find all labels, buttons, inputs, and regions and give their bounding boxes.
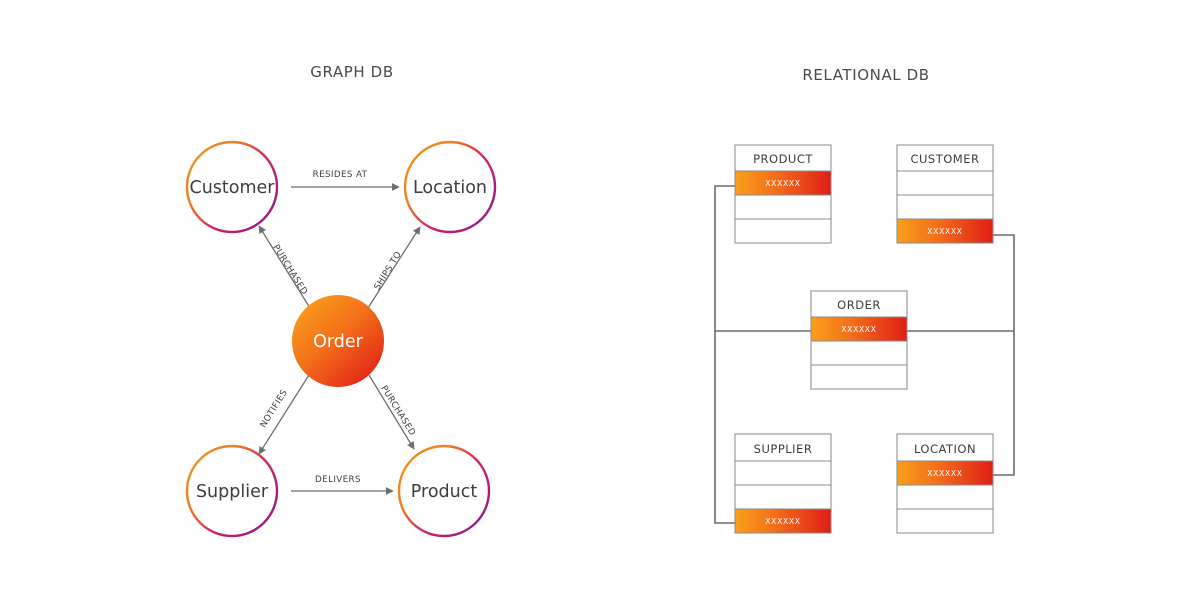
table-supplier-row-2[interactable] (734, 484, 832, 510)
connector-left-bus (714, 185, 735, 524)
table-customer-row-2[interactable] (896, 194, 994, 220)
table-location-row-1-value: XXXXXX (927, 469, 962, 478)
edge-resides-at[interactable]: RESIDES AT (291, 170, 400, 191)
graph-panel-title: GRAPH DB (310, 63, 393, 81)
table-supplier-row-3-value: XXXXXX (765, 517, 800, 526)
table-customer-row-3-value: XXXXXX (927, 227, 962, 236)
edge-label-purchased-product: PURCHASED (378, 384, 417, 438)
table-order-title: ORDER (837, 298, 881, 312)
edge-delivers[interactable]: DELIVERS (291, 475, 394, 495)
table-customer-row-1[interactable] (896, 170, 994, 196)
edge-purchased-customer[interactable]: PURCHASED (258, 225, 311, 309)
node-customer[interactable]: Customer (185, 140, 279, 234)
connector-right-bus (993, 234, 1015, 476)
table-product-row-2[interactable] (734, 194, 832, 220)
table-order-row-3[interactable] (810, 364, 908, 390)
node-customer-label: Customer (189, 178, 275, 198)
node-product[interactable]: Product (397, 444, 491, 538)
edge-ships-to[interactable]: SHIPS TO (367, 226, 421, 309)
node-order[interactable]: Order (292, 295, 384, 387)
table-location-row-3[interactable] (896, 508, 994, 534)
table-supplier-title: SUPPLIER (754, 442, 813, 456)
table-order-row-2[interactable] (810, 340, 908, 366)
table-product-title: PRODUCT (753, 152, 813, 166)
edge-label-ships-to: SHIPS TO (373, 250, 405, 292)
edge-label-resides-at: RESIDES AT (313, 170, 368, 180)
table-supplier[interactable]: SUPPLIER XXXXXX (734, 433, 832, 534)
node-product-label: Product (411, 482, 478, 502)
node-supplier-label: Supplier (196, 482, 269, 502)
table-order-row-1-value: XXXXXX (841, 325, 876, 334)
edge-notifies[interactable]: NOTIFIES (258, 374, 310, 455)
edge-label-purchased-customer: PURCHASED (270, 243, 309, 297)
table-supplier-row-1[interactable] (734, 460, 832, 486)
node-location-label: Location (413, 178, 487, 198)
diagram-canvas: GRAPH DB RELATIONAL DB RESIDES AT PURCHA… (0, 0, 1200, 600)
node-order-label: Order (313, 332, 364, 352)
table-order[interactable]: ORDER XXXXXX (810, 290, 908, 390)
table-product-row-1-value: XXXXXX (765, 179, 800, 188)
edge-purchased-product[interactable]: PURCHASED (368, 374, 417, 450)
edge-label-delivers: DELIVERS (315, 475, 361, 485)
table-location[interactable]: LOCATION XXXXXX (896, 433, 994, 534)
table-customer-title: CUSTOMER (910, 152, 979, 166)
table-product[interactable]: PRODUCT XXXXXX (734, 144, 832, 244)
table-product-row-3[interactable] (734, 218, 832, 244)
table-location-row-2[interactable] (896, 484, 994, 510)
relational-panel-title: RELATIONAL DB (802, 66, 929, 84)
node-location[interactable]: Location (403, 140, 497, 234)
edge-label-notifies: NOTIFIES (259, 388, 290, 430)
table-customer[interactable]: CUSTOMER XXXXXX (896, 144, 994, 244)
diagram-svg: GRAPH DB RELATIONAL DB RESIDES AT PURCHA… (185, 63, 1015, 538)
table-location-title: LOCATION (914, 442, 976, 456)
node-supplier[interactable]: Supplier (185, 444, 279, 538)
